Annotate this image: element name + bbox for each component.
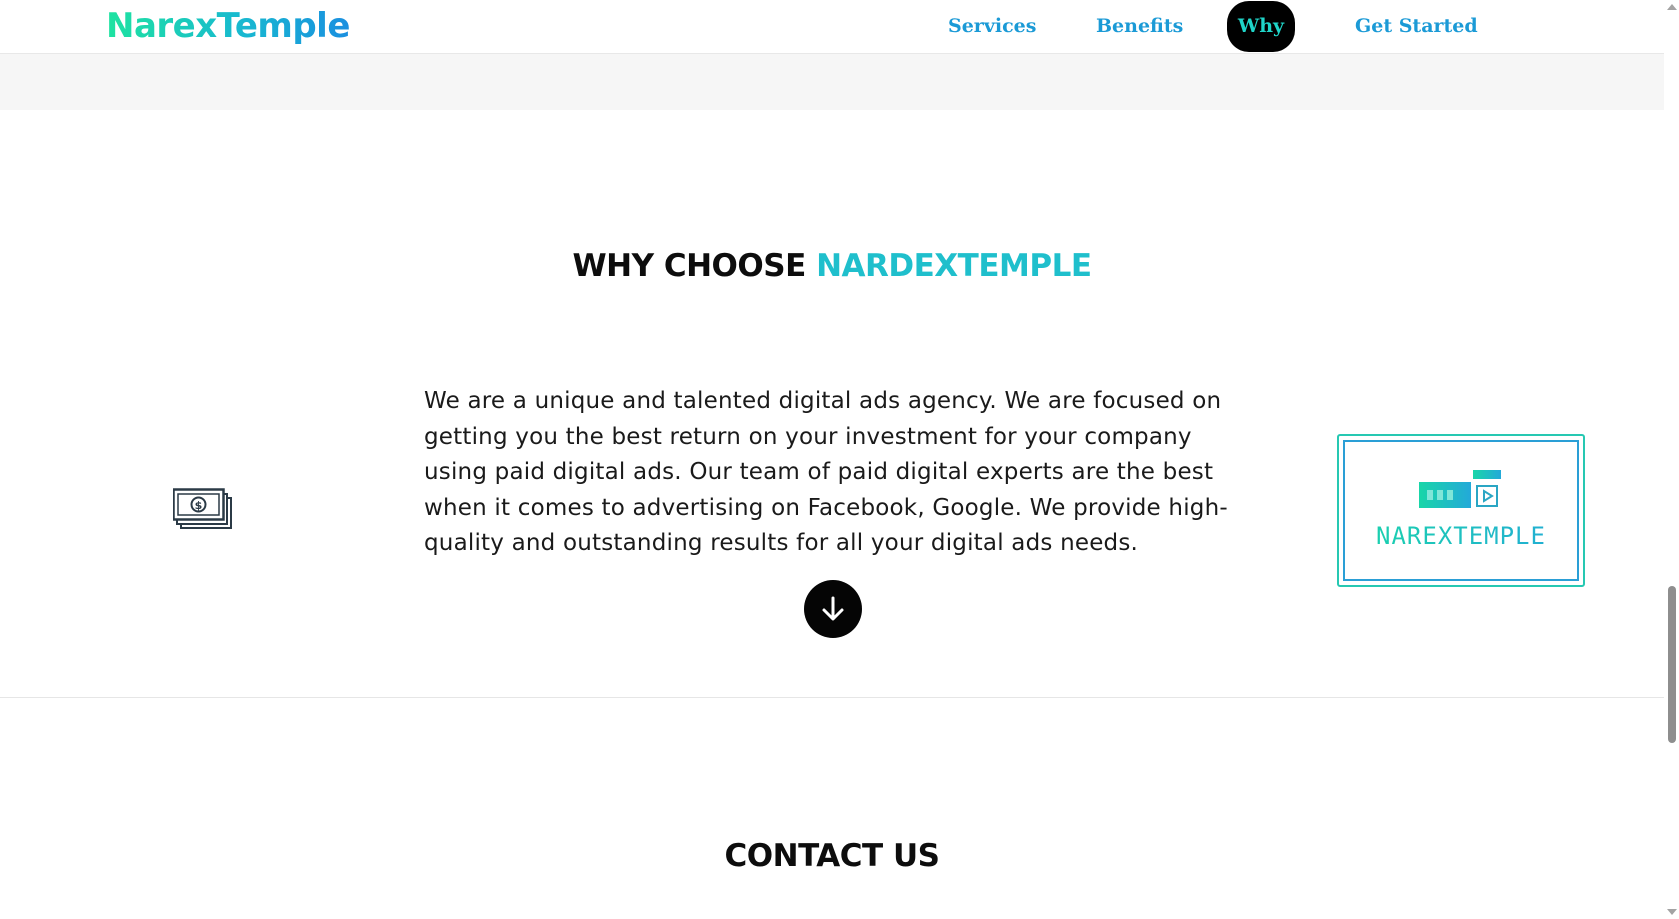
why-description: We are a unique and talented digital ads… xyxy=(424,388,1228,556)
vertical-scrollbar[interactable] xyxy=(1664,0,1679,919)
money-stack-icon: $ xyxy=(172,488,235,532)
why-title-prefix: WHY CHOOSE xyxy=(572,248,817,284)
scroll-up-arrow-icon[interactable] xyxy=(1667,4,1677,10)
site-logo[interactable]: NarexTemple xyxy=(106,6,350,46)
section-divider xyxy=(0,697,1664,698)
section-band xyxy=(0,54,1664,110)
page: NarexTemple Services Benefits Why Get St… xyxy=(0,0,1679,919)
nav-get-started[interactable]: Get Started xyxy=(1355,0,1478,53)
why-title: WHY CHOOSE NARDEXTEMPLE xyxy=(0,248,1664,284)
brand-card-frame xyxy=(1343,440,1579,581)
site-header: NarexTemple Services Benefits Why Get St… xyxy=(0,0,1664,54)
scroll-down-button[interactable] xyxy=(804,580,862,638)
svg-text:$: $ xyxy=(195,499,203,512)
why-title-accent: NARDEXTEMPLE xyxy=(816,248,1092,284)
brand-card-text: NAREXTEMPLE xyxy=(1339,522,1583,550)
brand-logo-graphic xyxy=(1419,470,1503,510)
contact-title: CONTACT US xyxy=(724,838,940,874)
scrollbar-thumb[interactable] xyxy=(1668,586,1676,743)
nav-benefits[interactable]: Benefits xyxy=(1096,0,1183,53)
brand-card: NAREXTEMPLE xyxy=(1337,434,1585,587)
scroll-down-arrow-icon[interactable] xyxy=(1667,909,1677,915)
nav-services[interactable]: Services xyxy=(948,0,1036,53)
nav-why[interactable]: Why xyxy=(1227,1,1295,52)
arrow-down-icon xyxy=(822,596,844,621)
